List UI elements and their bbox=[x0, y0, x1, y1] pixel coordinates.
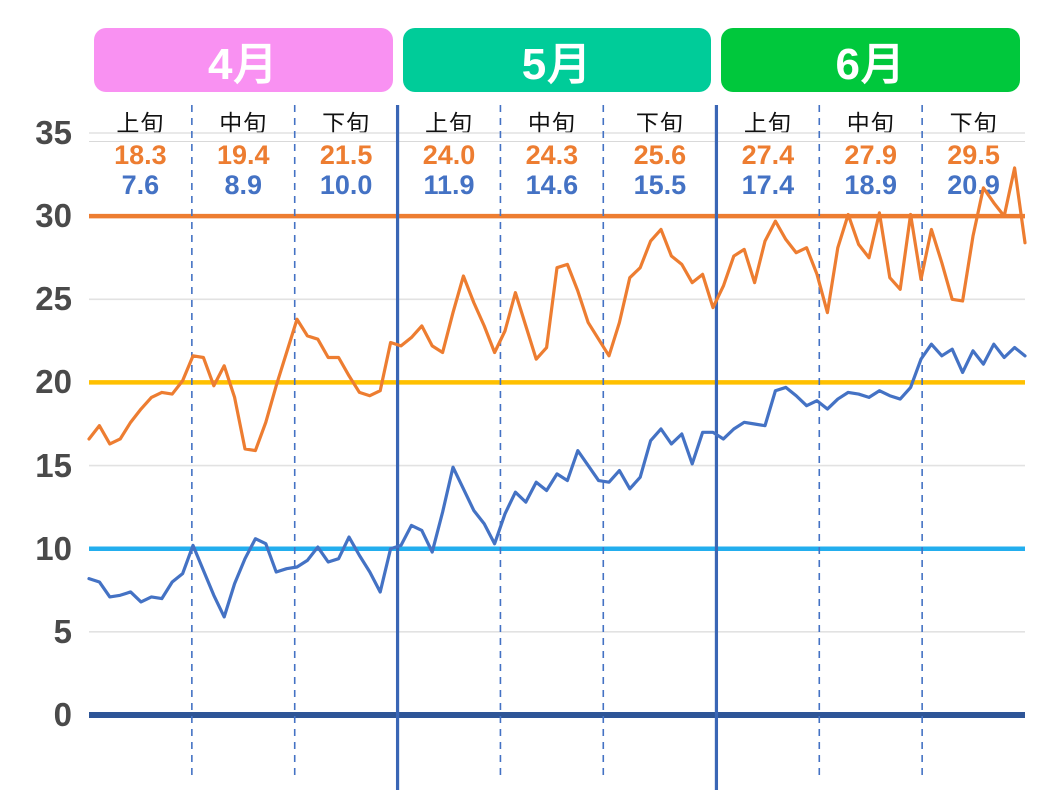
temperature-chart-page: 4月 5月 6月 上旬 18.3 7.6 中旬 19.4 8.9 下旬 21.5 10.0 上旬 24.… bbox=[0, 0, 1060, 800]
plot-area bbox=[0, 0, 1060, 800]
chart-svg bbox=[87, 105, 1027, 790]
series-line-daily-high-temperature bbox=[87, 166, 1027, 453]
